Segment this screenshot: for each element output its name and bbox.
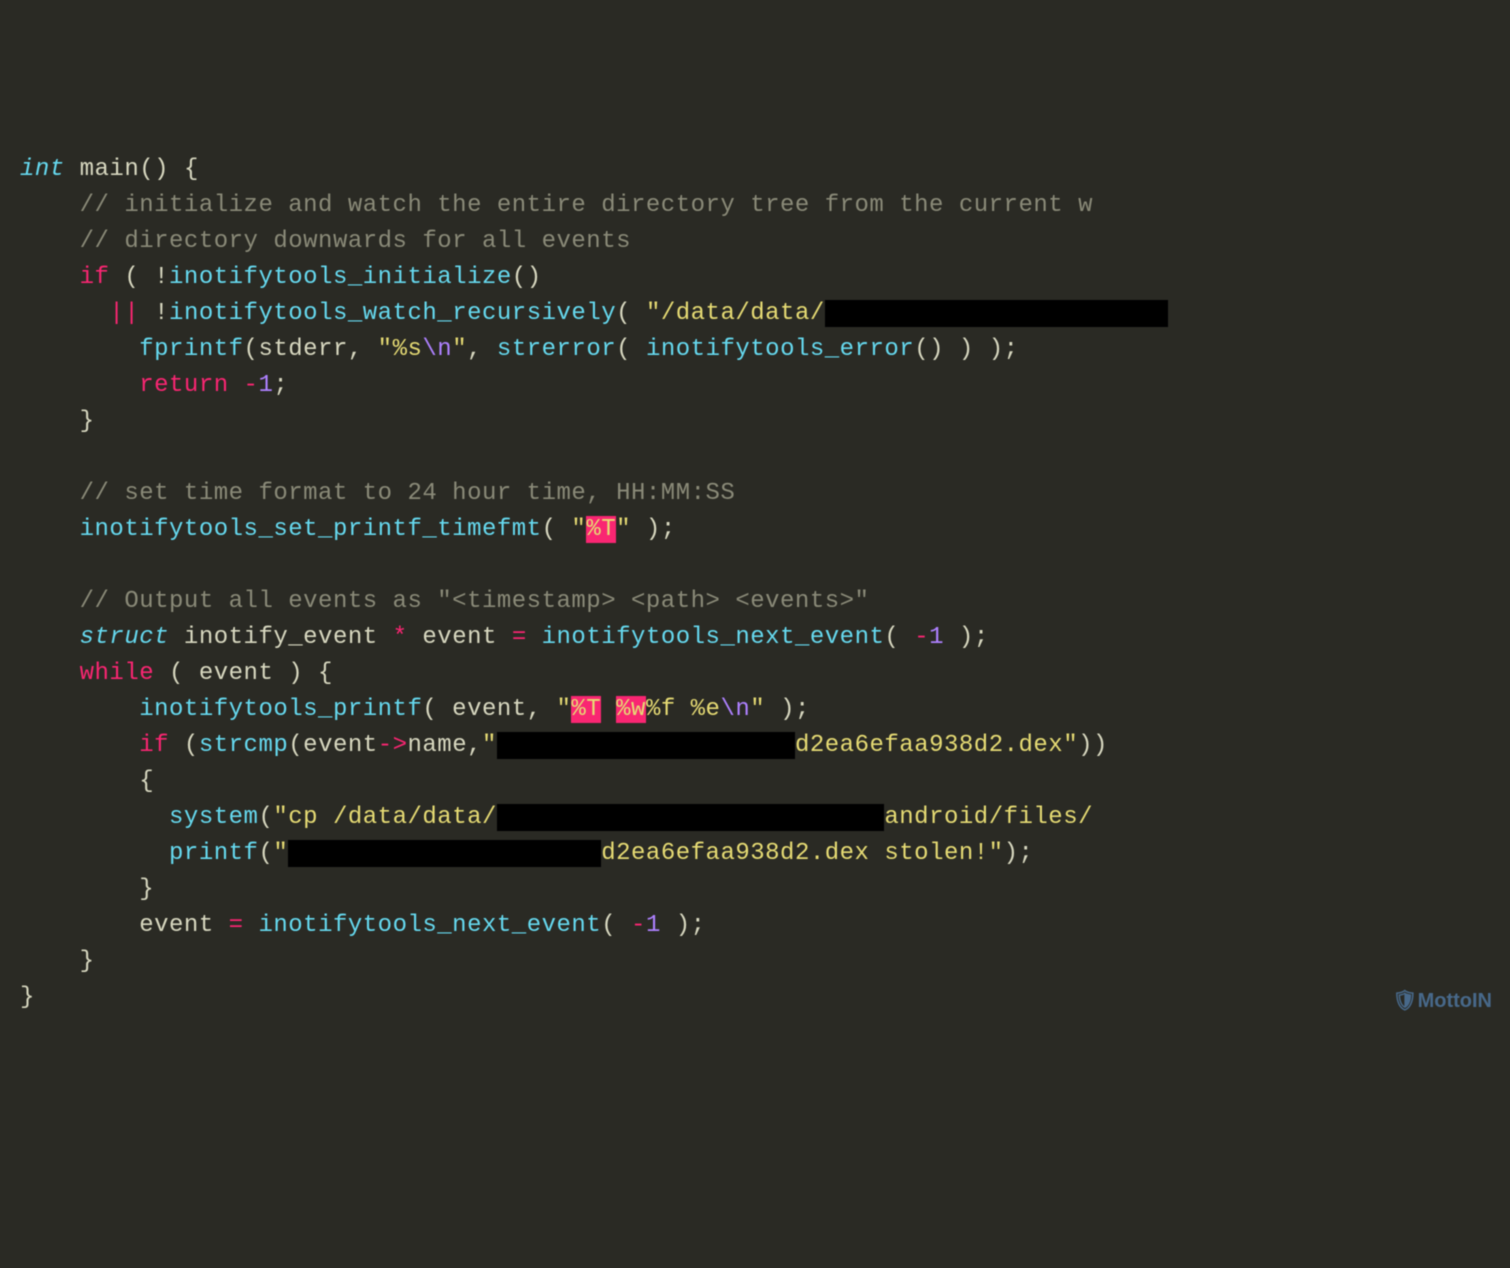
code-line: int main() { [20, 152, 1510, 188]
blank-line [20, 548, 1510, 584]
format-spec-highlight: %T [586, 516, 616, 543]
code-line: if (strcmp(event->name," d2ea6efaa938d2.… [20, 728, 1510, 764]
code-line: inotifytools_printf( event, "%T %w%f %e\… [20, 692, 1510, 728]
string-literal: d2ea6efaa938d2.dex stolen!" [601, 840, 1003, 867]
function-call: system [169, 804, 258, 831]
redacted-text [825, 300, 1168, 327]
string-literal: "/data/data/ [646, 300, 825, 327]
function-call: inotifytools_initialize [169, 264, 512, 291]
format-spec: %s [393, 336, 423, 363]
function-call: strcmp [199, 732, 288, 759]
number-literal: 1 [258, 372, 273, 399]
code-line: while ( event ) { [20, 656, 1510, 692]
function-call: inotifytools_next_event [258, 912, 601, 939]
comment-line: // Output all events as "<timestamp> <pa… [20, 584, 1510, 620]
code-line: || !inotifytools_watch_recursively( "/da… [20, 296, 1510, 332]
escape-seq: \n [720, 696, 750, 723]
code-line: inotifytools_set_printf_timefmt( "%T" ); [20, 512, 1510, 548]
code-editor: int main() { // initialize and watch the… [20, 152, 1510, 1016]
function-call: inotifytools_printf [139, 696, 422, 723]
comment-line: // directory downwards for all events [20, 224, 1510, 260]
comment-line: // initialize and watch the entire direc… [20, 188, 1510, 224]
function-call: inotifytools_next_event [542, 624, 885, 651]
code-line: event = inotifytools_next_event( -1 ); [20, 908, 1510, 944]
code-line: struct inotify_event * event = inotifyto… [20, 620, 1510, 656]
blank-line [20, 440, 1510, 476]
code-line: return -1; [20, 368, 1510, 404]
code-line: printf(" d2ea6efaa938d2.dex stolen!"); [20, 836, 1510, 872]
code-line: fprintf(stderr, "%s\n", strerror( inotif… [20, 332, 1510, 368]
string-literal: android/files/ [884, 804, 1093, 831]
function-call: inotifytools_watch_recursively [169, 300, 616, 327]
code-line: } [20, 872, 1510, 908]
code-line: if ( !inotifytools_initialize() [20, 260, 1510, 296]
number-literal: 1 [929, 624, 944, 651]
watermark: 🛡MottoIN [1392, 986, 1492, 1016]
keyword-if: if [139, 732, 169, 759]
format-spec-highlight: %T [571, 696, 601, 723]
code-line: } [20, 404, 1510, 440]
comment-line: // set time format to 24 hour time, HH:M… [20, 476, 1510, 512]
string-literal: "cp /data/data/ [273, 804, 497, 831]
code-line: system("cp /data/data/ android/files/ [20, 800, 1510, 836]
escape-seq: \n [422, 336, 452, 363]
format-spec-highlight: %w [616, 696, 646, 723]
number-literal: 1 [646, 912, 661, 939]
operator: || [109, 300, 139, 327]
string-literal: d2ea6efaa938d2.dex" [795, 732, 1078, 759]
keyword-while: while [80, 660, 155, 687]
keyword-if: if [20, 264, 109, 291]
function-call: inotifytools_set_printf_timefmt [80, 516, 542, 543]
code-line: { [20, 764, 1510, 800]
function-call: printf [169, 840, 258, 867]
keyword-struct: struct [80, 624, 169, 651]
keyword-return: return [139, 372, 228, 399]
function-call: inotifytools_error [646, 336, 914, 363]
function-call: fprintf [139, 336, 243, 363]
redacted-text [497, 732, 795, 759]
keyword-type: int [20, 156, 65, 183]
redacted-text [288, 840, 601, 867]
redacted-text [497, 804, 884, 831]
function-call: strerror [497, 336, 616, 363]
code-line: } [20, 944, 1510, 980]
code-line: } [20, 980, 1510, 1016]
